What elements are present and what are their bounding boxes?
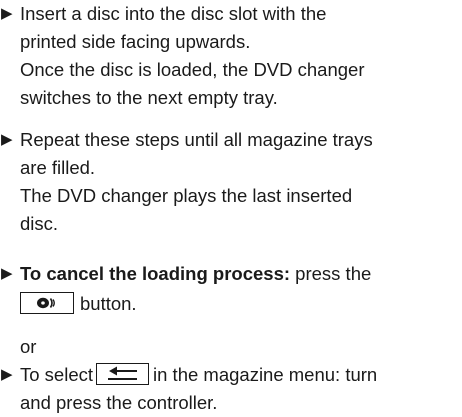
disc-button[interactable] bbox=[20, 292, 74, 315]
step-line: and press the controller. bbox=[20, 392, 218, 413]
step-line: Insert a disc into the disc slot with th… bbox=[20, 3, 327, 24]
disc-eject-icon bbox=[37, 297, 55, 309]
triangle-right-icon: ▶ bbox=[1, 265, 13, 282]
step-line: Repeat these steps until all magazine tr… bbox=[20, 129, 373, 150]
step-line: To select in the magazine menu: turn bbox=[20, 361, 377, 389]
step-repeat: ▶ Repeat these steps until all magazine … bbox=[0, 126, 373, 238]
step-cancel-loading: ▶ To cancel the loading process: press t… bbox=[0, 260, 371, 318]
step-text: button. bbox=[80, 293, 137, 314]
back-button[interactable] bbox=[96, 363, 150, 386]
triangle-right-icon: ▶ bbox=[1, 5, 13, 22]
triangle-right-icon: ▶ bbox=[1, 366, 13, 383]
triangle-right-icon: ▶ bbox=[1, 131, 13, 148]
back-arrow-icon bbox=[108, 366, 138, 381]
step-line: To cancel the loading process: press the bbox=[20, 260, 371, 288]
or-separator: or bbox=[0, 333, 36, 361]
step-line: Once the disc is loaded, the DVD changer bbox=[20, 59, 365, 80]
step-line: The DVD changer plays the last inserted bbox=[20, 185, 353, 206]
step-line: printed side facing upwards. bbox=[20, 31, 251, 52]
step-line: switches to the next empty tray. bbox=[20, 87, 278, 108]
step-text: in the magazine menu: turn bbox=[153, 364, 378, 385]
step-text: To select bbox=[20, 364, 94, 385]
step-line: button. bbox=[20, 290, 371, 318]
step-bold-lead: To cancel the loading process: bbox=[20, 263, 291, 284]
step-select-back: ▶ To select in the magazine menu: turn an… bbox=[0, 361, 377, 417]
step-line: disc. bbox=[20, 213, 59, 234]
step-line: are filled. bbox=[20, 157, 96, 178]
step-text: press the bbox=[290, 263, 372, 284]
step-insert-disc: ▶ Insert a disc into the disc slot with … bbox=[0, 0, 365, 112]
or-text: or bbox=[20, 336, 37, 357]
